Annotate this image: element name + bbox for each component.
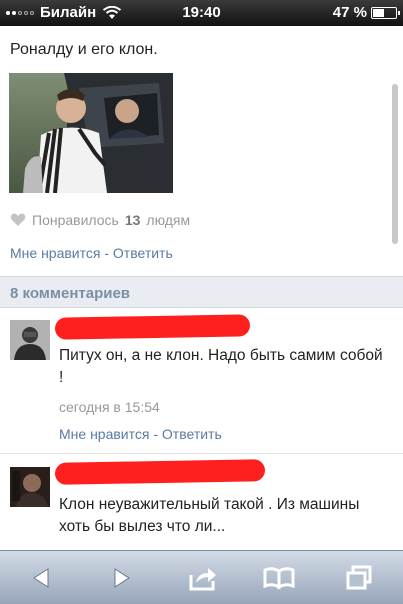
post-actions: Мне нравится - Ответить — [10, 245, 173, 261]
comments-header: 8 комментариев — [0, 276, 403, 308]
status-right: 47 % — [332, 4, 400, 21]
likes-suffix: людям — [146, 212, 191, 228]
post-likes[interactable]: Понравилось 13 людям — [10, 212, 190, 228]
comment-like-link[interactable]: Мне нравится — [59, 426, 149, 442]
comment: Питух он, а не клон. Надо быть самим соб… — [0, 308, 403, 454]
comment-text: Питух он, а не клон. Надо быть самим соб… — [59, 347, 383, 386]
heart-icon — [10, 213, 26, 226]
tabs-icon — [346, 565, 372, 590]
post-reply-link[interactable]: Ответить — [113, 245, 173, 261]
status-bar: Билайн 19:40 47 % — [0, 0, 403, 26]
comment: Клон неуважительный такой . Из машины хо… — [0, 455, 403, 550]
post-like-link[interactable]: Мне нравится — [10, 245, 100, 261]
post-title: Роналду и его клон. — [10, 41, 158, 58]
browser-toolbar — [0, 550, 403, 604]
battery-icon — [371, 6, 400, 19]
comment-actions-separator: - — [153, 426, 159, 442]
scrollbar[interactable] — [392, 84, 398, 244]
comment-reply-link[interactable]: Ответить — [162, 426, 222, 442]
avatar[interactable] — [10, 467, 50, 507]
post: Роналду и его клон. Понравилось 13 людям — [0, 26, 403, 276]
redacted-author-name — [54, 459, 266, 485]
comment-date: сегодня в 15:54 — [59, 399, 160, 415]
bookmarks-icon — [263, 567, 295, 590]
post-actions-separator: - — [104, 245, 110, 261]
forward-arrow-icon — [114, 568, 130, 588]
redacted-author-name — [54, 314, 251, 340]
post-photo[interactable] — [9, 73, 173, 193]
bookmarks-button[interactable] — [262, 561, 296, 595]
back-arrow-icon — [33, 568, 49, 588]
battery-percent: 47 % — [332, 4, 367, 21]
likes-count: 13 — [124, 212, 141, 228]
comment-text: Клон неуважительный такой . Из машины хо… — [59, 496, 360, 535]
share-button[interactable] — [186, 561, 220, 595]
avatar[interactable] — [10, 320, 50, 360]
share-icon — [189, 568, 216, 591]
forward-button[interactable] — [104, 561, 138, 595]
tabs-button[interactable] — [342, 561, 376, 595]
likes-prefix: Понравилось — [32, 212, 119, 228]
back-button[interactable] — [25, 561, 59, 595]
comment-actions: Мне нравится - Ответить — [59, 426, 222, 442]
